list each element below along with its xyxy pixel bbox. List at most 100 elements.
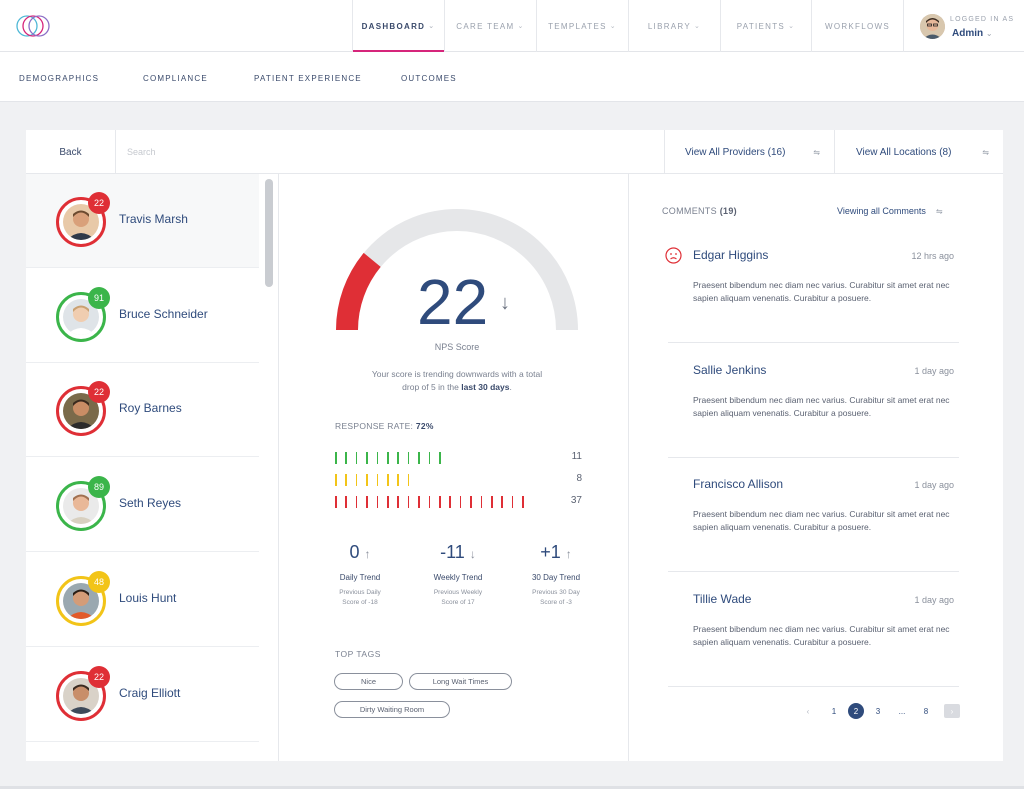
rate-tick <box>335 452 337 464</box>
provider-row[interactable]: 91 Bruce Schneider <box>26 269 259 363</box>
response-rate-bar-red <box>335 496 585 508</box>
score-badge: 89 <box>88 476 110 499</box>
trend-label: 30 Day Trend <box>531 573 581 582</box>
provider-row[interactable]: 89 Seth Reyes <box>26 458 259 553</box>
rate-tick <box>345 452 347 464</box>
trend-value: +1 ↑ <box>540 542 572 562</box>
provider-name: Bruce Schneider <box>119 306 208 321</box>
page-1[interactable]: 1 <box>827 703 841 719</box>
nav-library[interactable]: Library ⌄ <box>628 0 720 52</box>
rate-tick <box>480 496 483 508</box>
rate-tick <box>376 496 379 508</box>
nps-panel: 22 ↓ NPS Score Your score is trending do… <box>279 174 629 761</box>
comment-author[interactable]: Tillie Wade <box>693 592 751 606</box>
score-badge: 91 <box>88 286 110 309</box>
page-8[interactable]: 8 <box>919 703 933 719</box>
provider-row[interactable]: 22 Travis Marsh <box>26 174 259 268</box>
trend-1: -11 ↓ Weekly Trend Previous Weekly Score … <box>410 542 506 608</box>
arrow-down-icon: ↓ <box>469 547 476 561</box>
subnav-outcomes[interactable]: Outcomes <box>401 74 457 83</box>
providers-filter[interactable]: View All Providers (16) ⇋ <box>664 130 834 174</box>
response-rate-label: RESPONSE RATE: 72% <box>335 421 434 431</box>
top-bar: Dashboard ⌄ Care Team ⌄ Templates ⌄ Library… <box>0 0 1024 53</box>
provider-row[interactable]: 48 Louis Hunt <box>26 553 259 647</box>
provider-row[interactable]: 22 Roy Barnes <box>26 363 259 458</box>
response-rate-bar-green <box>335 452 585 464</box>
rate-tick <box>355 496 358 508</box>
rate-tick <box>439 452 441 464</box>
nav-patients[interactable]: Patients ⌄ <box>720 0 811 52</box>
subnav-demographics[interactable]: Demographics <box>19 74 99 83</box>
comments-view-filter[interactable]: Viewing all Comments ⇋ <box>837 206 943 216</box>
sad-face-icon <box>665 247 682 264</box>
nps-score: 22 <box>417 266 489 338</box>
subnav-patient-experience[interactable]: Patient Experience <box>254 74 362 83</box>
sort-icon: ⇋ <box>982 147 989 157</box>
page-ellipsis: ... <box>898 706 906 716</box>
nav-dashboard[interactable]: Dashboard ⌄ <box>352 0 444 53</box>
rate-tick <box>511 496 514 508</box>
nps-description: Your score is trending downwards with a … <box>371 369 543 392</box>
comment-author[interactable]: Sallie Jenkins <box>693 363 766 377</box>
rate-tick <box>366 452 368 464</box>
rate-tick <box>501 496 503 508</box>
rate-tick <box>428 496 431 508</box>
comment-text: Praesent bibendum nec diam nec varius. C… <box>693 280 950 303</box>
logo-icon[interactable] <box>14 12 52 40</box>
rate-tick <box>459 496 462 508</box>
trend-value: 0 ↑ <box>349 542 371 562</box>
rate-tick <box>418 452 420 464</box>
rate-tick <box>376 452 379 464</box>
subnav-compliance[interactable]: Compliance <box>143 74 208 83</box>
comment-time: 12 hrs ago <box>911 251 954 261</box>
pagination-next[interactable]: › <box>944 704 960 718</box>
chevron-down-icon: ⌄ <box>694 23 702 30</box>
comment-author[interactable]: Edgar Higgins <box>693 248 768 262</box>
tag-long-wait-times[interactable]: Long Wait Times <box>409 673 512 690</box>
rate-tick <box>522 496 524 508</box>
nav-workflows[interactable]: Workflows <box>811 0 903 52</box>
user-name[interactable]: Admin ⌄ <box>952 28 993 39</box>
nav-care-team[interactable]: Care Team ⌄ <box>444 0 536 52</box>
provider-name: Travis Marsh <box>119 212 188 226</box>
nav-templates[interactable]: Templates ⌄ <box>536 0 628 52</box>
response-rate-count: 11 <box>571 451 582 462</box>
tag-nice[interactable]: Nice <box>334 673 403 690</box>
back-button[interactable]: Back <box>26 130 116 174</box>
chevron-down-icon: ⌄ <box>517 23 525 30</box>
rate-tick <box>397 474 399 486</box>
rate-tick <box>387 474 389 486</box>
provider-row[interactable]: 22 Craig Elliott <box>26 648 259 742</box>
trend-previous: Previous 30 Day Score of -3 <box>532 589 580 606</box>
scrollbar[interactable] <box>265 179 273 287</box>
comment-item: Edgar Higgins 12 hrs ago Praesent bibend… <box>665 229 959 343</box>
rate-tick <box>335 496 337 508</box>
search-input[interactable] <box>127 143 527 161</box>
response-rate-bar-yellow <box>335 474 585 486</box>
trend-value: -11 ↓ <box>440 542 476 562</box>
provider-name: Roy Barnes <box>119 401 182 416</box>
score-badge: 22 <box>88 665 110 688</box>
page-2[interactable]: 2 <box>848 703 864 719</box>
provider-name: Seth Reyes <box>119 496 182 511</box>
rate-tick <box>407 474 410 486</box>
comment-author[interactable]: Francisco Allison <box>693 477 783 491</box>
gauge-fill <box>336 252 381 331</box>
tag-dirty-waiting-room[interactable]: Dirty Waiting Room <box>334 701 450 718</box>
rate-tick <box>376 474 379 486</box>
rate-tick <box>355 452 358 464</box>
rate-tick <box>491 496 493 508</box>
main-nav: Dashboard ⌄ Care Team ⌄ Templates ⌄ Library… <box>352 0 903 53</box>
rate-tick <box>397 496 399 508</box>
pagination-prev[interactable]: ‹ <box>801 703 815 719</box>
score-badge: 22 <box>88 192 110 214</box>
rate-tick <box>345 474 347 486</box>
rate-tick <box>418 496 420 508</box>
chevron-down-icon: ⌄ <box>985 29 993 38</box>
locations-filter[interactable]: View All Locations (8) ⇋ <box>834 130 1003 174</box>
trend-2: +1 ↑ 30 Day Trend Previous 30 Day Score o… <box>508 542 604 608</box>
top-tags-label: TOP TAGS <box>335 649 381 659</box>
page-3[interactable]: 3 <box>871 703 885 719</box>
chevron-down-icon: ⌄ <box>428 23 436 30</box>
user-menu[interactable]: LOGGED IN AS Admin ⌄ <box>903 0 1024 52</box>
